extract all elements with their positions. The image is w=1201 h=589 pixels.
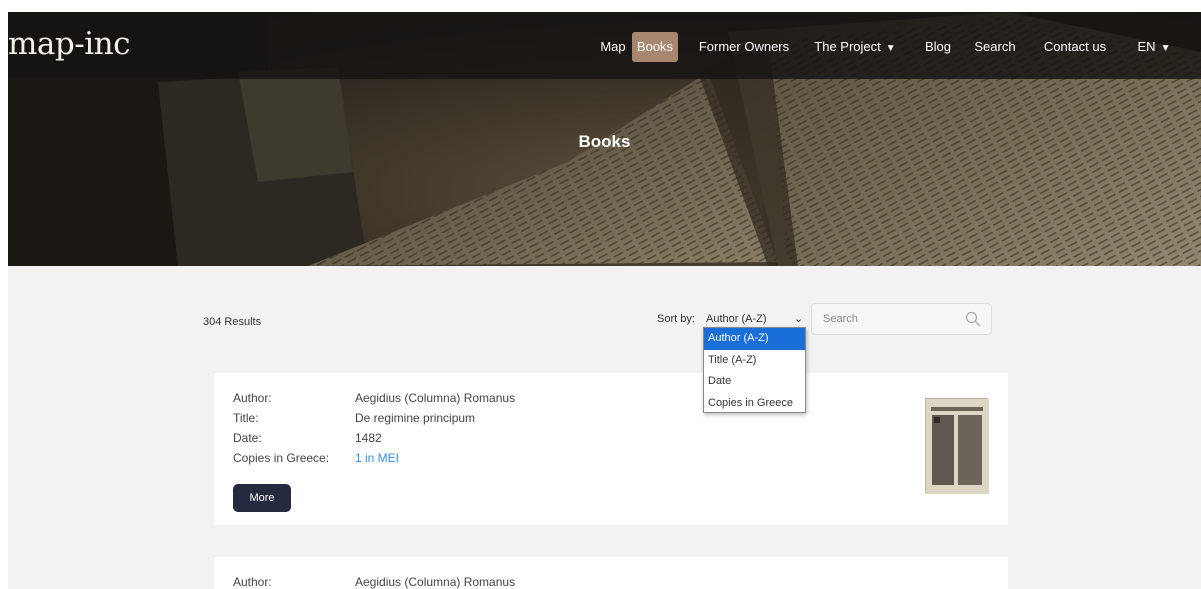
- title-label: Title:: [233, 411, 259, 425]
- hero-banner: map-inc Map Books Former Owners The Proj…: [8, 12, 1201, 266]
- book-card: Author: Aegidius (Columna) Romanus: [214, 557, 1008, 589]
- site-logo[interactable]: map-inc: [8, 26, 130, 62]
- sort-option-author[interactable]: Author (A-Z): [704, 328, 805, 350]
- chevron-down-icon[interactable]: ⌄: [794, 312, 803, 325]
- book-page-image: [926, 399, 989, 494]
- sort-option-date[interactable]: Date: [704, 371, 805, 393]
- nav-search[interactable]: Search: [967, 32, 1023, 62]
- author-value: Aegidius (Columna) Romanus: [355, 575, 516, 589]
- caret-down-icon: ▼: [1160, 43, 1171, 54]
- date-value: 1482: [355, 431, 382, 445]
- copies-link[interactable]: 1 in MEI: [355, 451, 399, 465]
- search-icon[interactable]: [965, 311, 981, 327]
- nav-contact-us[interactable]: Contact us: [1039, 32, 1111, 62]
- author-value: Aegidius (Columna) Romanus: [355, 391, 516, 405]
- sort-label: Sort by:: [657, 313, 695, 325]
- nav-the-project[interactable]: The Project ▼: [807, 32, 903, 62]
- search-input[interactable]: Search: [811, 303, 992, 335]
- sort-option-title[interactable]: Title (A-Z): [704, 350, 805, 372]
- more-button[interactable]: More: [233, 484, 291, 512]
- sort-select[interactable]: Author (A-Z): [706, 313, 767, 325]
- copies-label: Copies in Greece:: [233, 451, 330, 465]
- nav-books[interactable]: Books: [632, 32, 678, 62]
- nav-former-owners[interactable]: Former Owners: [696, 32, 792, 62]
- title-value: De regimine principum: [355, 411, 476, 425]
- page-title: Books: [578, 132, 631, 151]
- sort-dropdown: Author (A-Z) Title (A-Z) Date Copies in …: [703, 327, 806, 413]
- caret-down-icon: ▼: [885, 43, 896, 54]
- results-count: 304 Results: [203, 316, 262, 328]
- date-label: Date:: [233, 431, 262, 445]
- sort-option-copies[interactable]: Copies in Greece: [704, 393, 805, 415]
- book-thumbnail[interactable]: [925, 398, 989, 494]
- nav-map[interactable]: Map: [593, 32, 633, 62]
- book-card: Author: Aegidius (Columna) Romanus Title…: [214, 373, 1008, 525]
- author-label: Author:: [233, 575, 272, 589]
- nav-language[interactable]: EN ▼: [1124, 32, 1184, 62]
- nav-blog[interactable]: Blog: [918, 32, 958, 62]
- author-label: Author:: [233, 391, 272, 405]
- search-placeholder: Search: [823, 313, 858, 325]
- page: map-inc Map Books Former Owners The Proj…: [8, 12, 1201, 589]
- top-navbar: map-inc Map Books Former Owners The Proj…: [8, 12, 1201, 79]
